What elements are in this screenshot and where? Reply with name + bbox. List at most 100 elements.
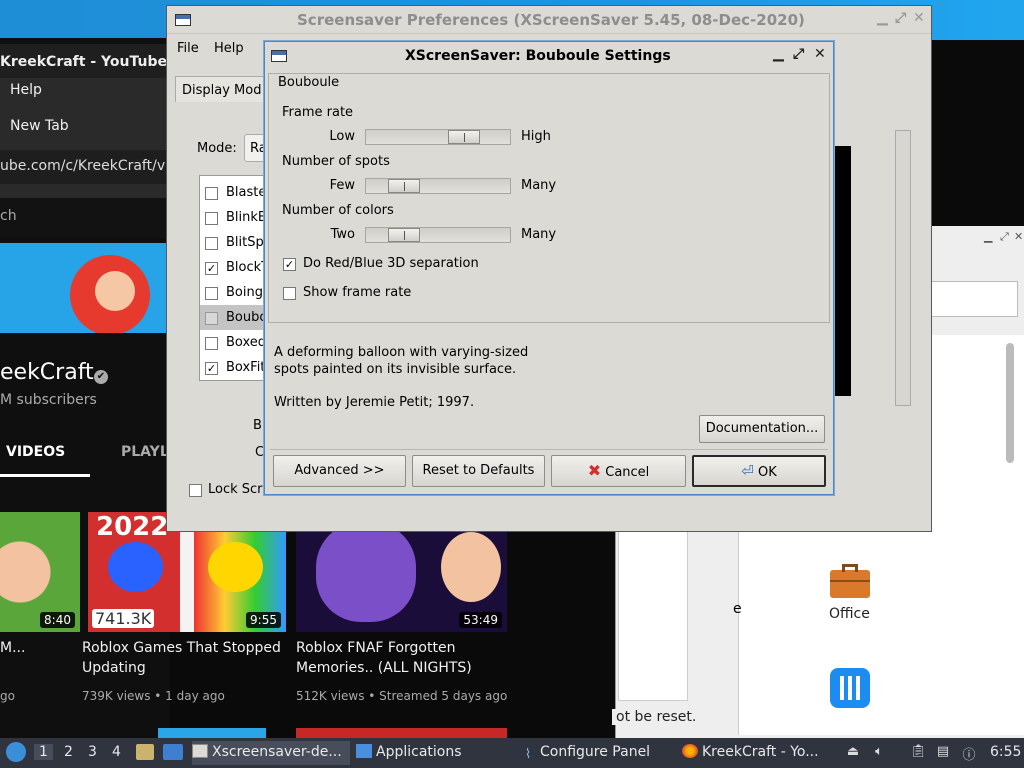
close-icon[interactable]: ✕ [1014,230,1023,243]
checkbox[interactable] [205,212,218,225]
notification-icon[interactable]: ⓘ [962,744,976,763]
eject-icon[interactable]: ⏏ [846,744,860,760]
briefcase-icon[interactable] [830,562,870,598]
checkbox[interactable] [205,237,218,250]
checkbox-checked[interactable]: ✓ [205,362,218,375]
workspace-3[interactable]: 3 [88,744,97,760]
titlebar[interactable]: Screensaver Preferences (XScreenSaver 5.… [167,6,931,34]
video-meta: go [0,689,15,703]
office-label[interactable]: Office [829,606,870,622]
close-icon[interactable]: ✕ [814,46,826,62]
tab-videos[interactable]: VIDEOS [6,444,65,460]
maximize-icon[interactable]: ⤢ [793,46,804,62]
task-firefox[interactable]: KreekCraft - Yo... [682,741,832,765]
minimize-icon[interactable]: ▁ [984,230,992,243]
bouboule-settings-dialog: XScreenSaver: Bouboule Settings ▁ ⤢ ✕ Bo… [264,41,834,495]
menu-file[interactable]: File [177,41,199,56]
workspace-2[interactable]: 2 [64,744,73,760]
folder-icon [356,744,372,758]
checkbox[interactable] [189,484,202,497]
video-title[interactable]: Roblox FNAF Forgotten [296,638,455,658]
cancel-button[interactable]: ✖ Cancel [551,455,686,487]
list-item-label: BlitSp [226,235,264,250]
list-item[interactable]: Boing [200,280,268,305]
search-input[interactable]: ch [0,198,170,238]
checkbox[interactable] [205,287,218,300]
video-title-line2[interactable]: Memories.. (ALL NIGHTS) [296,658,472,678]
scrollbar[interactable] [1006,343,1014,463]
list-item-label: BlockT [226,260,269,275]
network-icon[interactable]: ▤ [936,744,950,760]
list-item-selected[interactable]: Boubo [200,305,268,330]
spots-slider[interactable] [365,178,511,194]
video-title[interactable]: Roblox Games That Stopped [82,638,281,658]
slider-thumb[interactable] [388,228,420,242]
list-item[interactable]: Boxed [200,330,268,355]
workspace-4[interactable]: 4 [112,744,121,760]
task-label: Configure Panel [540,744,651,760]
spots-low-label: Few [329,178,355,193]
checkbox[interactable] [205,337,218,350]
documentation-button[interactable]: Documentation... [699,415,825,443]
workspace-1[interactable]: 1 [34,744,53,760]
ok-button[interactable]: ⏎ OK [692,455,826,487]
spots-label: Number of spots [282,154,390,169]
menu-item-help[interactable]: Help [10,82,42,98]
menu-item-new-tab[interactable]: New Tab [10,118,69,134]
slider-thumb[interactable] [448,130,480,144]
checkbox[interactable] [283,287,296,300]
window-icon [271,50,287,62]
taskbar: 1 2 3 4 Xscreensaver-de... Applications … [0,738,1024,768]
list-item[interactable]: ✓ BlockT [200,255,269,280]
task-applications[interactable]: Applications [356,741,506,765]
list-item-label: Boubo [226,310,268,325]
close-icon[interactable]: ✕ [913,10,925,26]
video-title[interactable]: M... [0,638,25,658]
reset-defaults-button[interactable]: Reset to Defaults [412,455,545,487]
menu-help[interactable]: Help [214,41,244,56]
checkbox[interactable] [205,187,218,200]
show-desktop-icon[interactable] [136,744,154,760]
video-meta: 512K views • Streamed 5 days ago [296,689,508,703]
banner-character-face [95,271,135,311]
minimize-icon[interactable]: ▁ [773,46,784,62]
minimize-icon[interactable]: ▁ [877,10,888,26]
volume-icon[interactable]: 🔈︎ [872,744,886,760]
task-xscreensaver[interactable]: Xscreensaver-de... [192,741,350,765]
equalizer-icon[interactable] [830,668,870,708]
titlebar[interactable]: XScreenSaver: Bouboule Settings ▁ ⤢ ✕ [265,42,833,70]
list-item[interactable]: Blaste [200,180,268,205]
slider-thumb[interactable] [388,179,420,193]
firefox-icon [682,744,698,758]
list-item[interactable]: ✓ BoxFit [200,355,268,380]
checkbox[interactable] [205,312,218,325]
frame-rate-slider[interactable] [365,129,511,145]
frame-label: Bouboule [277,75,341,90]
app-menu-icon[interactable] [6,742,26,762]
maximize-icon[interactable]: ⤢ [1000,230,1009,244]
next-row-thumbnail [158,728,266,738]
colors-low-label: Two [330,227,355,242]
preview-frame [895,130,911,406]
list-item[interactable]: BlinkB [200,205,268,230]
tab-playlists[interactable]: PLAYL [121,444,169,460]
video-title-line2[interactable]: Updating [82,658,146,678]
video-thumbnail[interactable]: 8:40 [0,512,80,632]
colors-slider[interactable] [365,227,511,243]
screensaver-list[interactable]: Blaste BlinkB BlitSp ✓ BlockT Boing Boub… [199,175,269,381]
clipboard-icon[interactable]: 📋︎ [910,744,927,760]
task-configure-panel[interactable]: ⌇ Configure Panel [520,741,670,765]
channel-banner [0,243,170,333]
checkbox-checked[interactable]: ✓ [205,262,218,275]
list-item[interactable]: BlitSp [200,230,268,255]
next-row-thumbnail [296,728,507,738]
url-bar[interactable]: ube.com/c/KreekCraft/vic [0,150,170,184]
checkbox-checked[interactable]: ✓ [283,258,296,271]
video-duration: 9:55 [246,612,281,628]
maximize-icon[interactable]: ⤢ [895,10,906,26]
browser-tab[interactable]: KreekCraft - YouTube [0,44,170,78]
window-list-icon[interactable] [163,744,183,760]
advanced-button[interactable]: Advanced >> [273,455,406,487]
yellow-character [208,542,263,592]
fnaf-character [316,522,416,622]
